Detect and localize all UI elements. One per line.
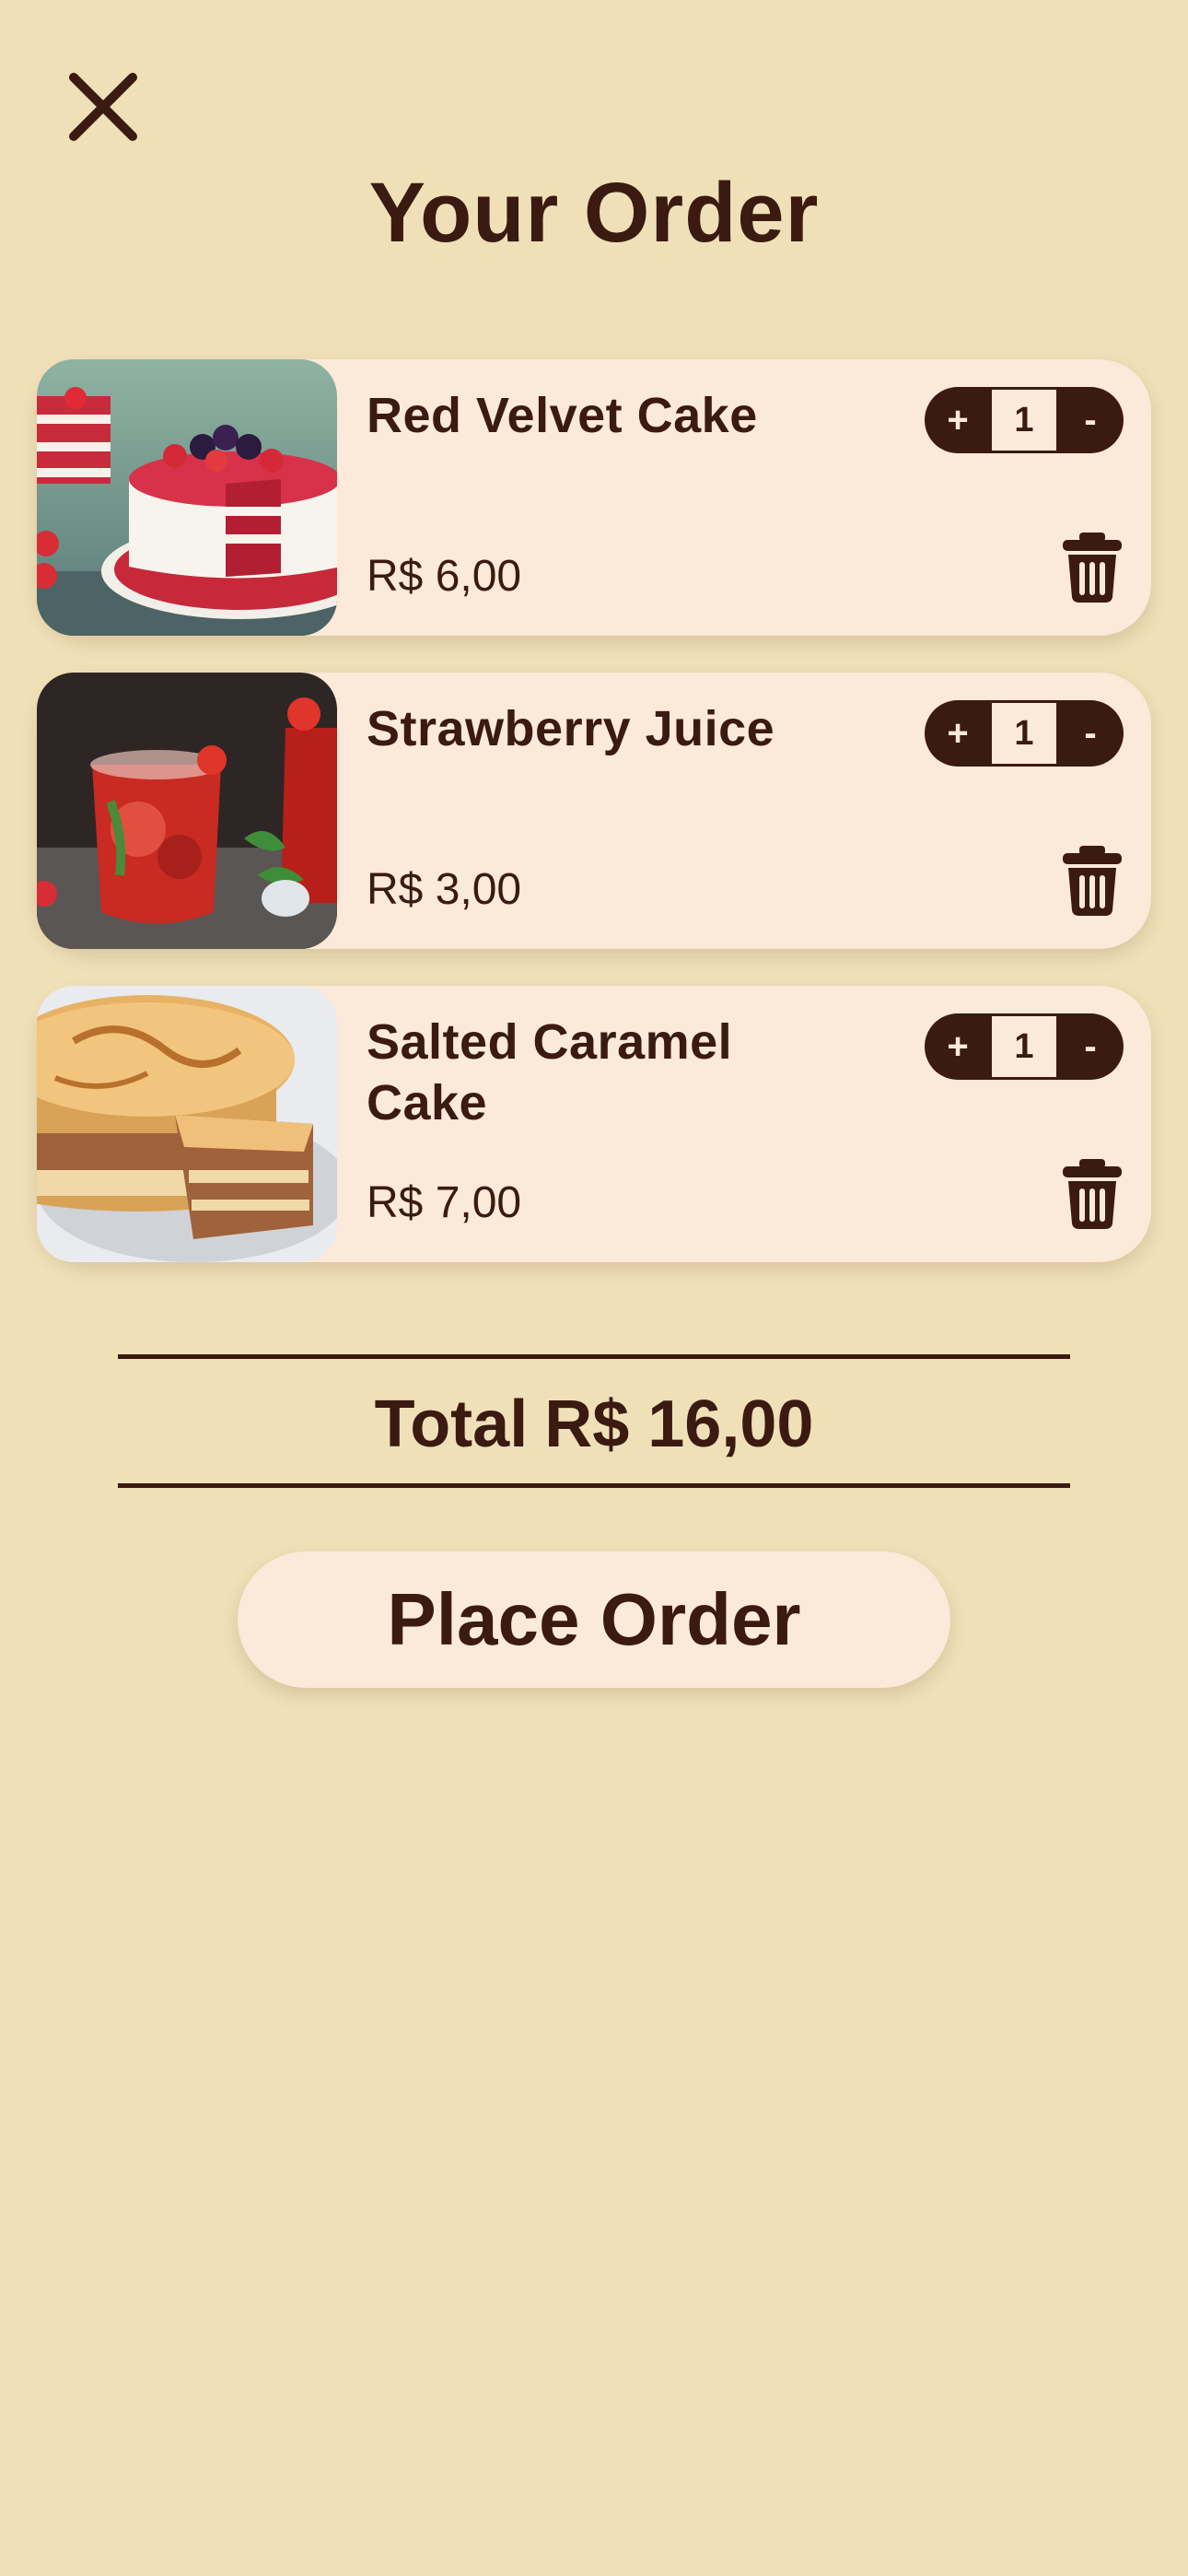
delete-item-button[interactable] — [1059, 531, 1125, 604]
trash-icon — [1063, 533, 1122, 603]
total-value: R$ 16,00 — [544, 1388, 814, 1461]
delete-item-button[interactable] — [1059, 1157, 1125, 1231]
quantity-value: 1 — [992, 1016, 1056, 1077]
close-icon — [69, 73, 137, 141]
order-total: Total R$ 16,00 — [0, 1378, 1188, 1470]
increase-quantity-button[interactable]: + — [925, 1013, 991, 1080]
quantity-stepper: + 1 - — [925, 1013, 1124, 1080]
decrease-quantity-button[interactable]: - — [1057, 1013, 1124, 1080]
order-item-card: Red Velvet Cake R$ 6,00 + 1 - — [37, 359, 1151, 636]
total-divider-bottom — [118, 1483, 1070, 1488]
red-velvet-cake-photo — [37, 359, 337, 636]
item-image-strawberry-juice — [37, 673, 337, 949]
quantity-value: 1 — [992, 390, 1056, 451]
quantity-stepper: + 1 - — [925, 387, 1124, 453]
trash-icon — [1063, 1159, 1122, 1229]
order-item-card: Salted Caramel Cake R$ 7,00 + 1 - — [37, 986, 1151, 1262]
close-button[interactable] — [66, 70, 140, 144]
item-name: Salted Caramel Cake — [367, 1014, 733, 1130]
place-order-button[interactable]: Place Order — [238, 1551, 950, 1688]
item-name: Red Velvet Cake — [367, 388, 758, 443]
page-title: Your Order — [368, 166, 820, 260]
item-name: Strawberry Juice — [367, 701, 775, 756]
quantity-value: 1 — [992, 703, 1056, 764]
strawberry-juice-photo — [37, 673, 337, 949]
decrease-quantity-button[interactable]: - — [1057, 700, 1124, 767]
quantity-stepper: + 1 - — [925, 700, 1124, 767]
order-item-card: Strawberry Juice R$ 3,00 + 1 - — [37, 673, 1151, 949]
total-divider-top — [118, 1354, 1070, 1359]
salted-caramel-cake-photo — [37, 986, 337, 1262]
increase-quantity-button[interactable]: + — [925, 387, 991, 453]
order-list: Red Velvet Cake R$ 6,00 + 1 - Strawberry… — [37, 359, 1151, 1299]
item-price: R$ 7,00 — [367, 1178, 522, 1227]
delete-item-button[interactable] — [1059, 844, 1125, 918]
item-price: R$ 6,00 — [367, 552, 522, 601]
item-image-salted-caramel-cake — [37, 986, 337, 1262]
decrease-quantity-button[interactable]: - — [1057, 387, 1124, 453]
total-label: Total — [374, 1388, 529, 1461]
item-image-red-velvet-cake — [37, 359, 337, 636]
item-price: R$ 3,00 — [367, 865, 522, 914]
trash-icon — [1063, 846, 1122, 916]
increase-quantity-button[interactable]: + — [925, 700, 991, 767]
